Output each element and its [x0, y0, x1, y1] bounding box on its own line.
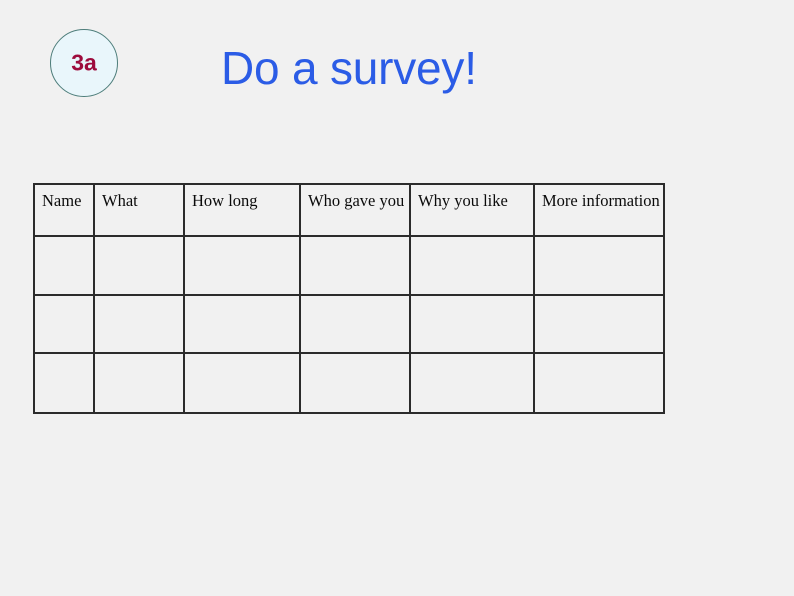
- table-cell-more-information[interactable]: [533, 235, 665, 296]
- table-header-cell-more-information: More information: [533, 183, 665, 237]
- table-cell-how-long[interactable]: [183, 352, 301, 414]
- table-row: [33, 235, 665, 296]
- table-cell-how-long[interactable]: [183, 294, 301, 354]
- table-cell-why-you-like[interactable]: [409, 352, 535, 414]
- table-cell-more-information[interactable]: [533, 294, 665, 354]
- page-title: Do a survey!: [221, 42, 477, 94]
- table-cell-who-gave-you[interactable]: [299, 294, 411, 354]
- table-cell-what[interactable]: [93, 352, 185, 414]
- table-header-cell-what: What: [93, 183, 185, 237]
- survey-table: Name What How long Who gave you Why you …: [33, 183, 665, 414]
- table-header-cell-who-gave-you: Who gave you: [299, 183, 411, 237]
- table-cell-name[interactable]: [33, 352, 95, 414]
- slide-canvas: 3a Do a survey! Name What How long Who g…: [0, 0, 794, 596]
- table-row: [33, 352, 665, 414]
- table-header-cell-why-you-like: Why you like: [409, 183, 535, 237]
- table-cell-more-information[interactable]: [533, 352, 665, 414]
- table-cell-who-gave-you[interactable]: [299, 235, 411, 296]
- table-cell-what[interactable]: [93, 235, 185, 296]
- table-cell-who-gave-you[interactable]: [299, 352, 411, 414]
- table-cell-why-you-like[interactable]: [409, 235, 535, 296]
- exercise-number-label: 3a: [71, 49, 97, 75]
- table-cell-name[interactable]: [33, 235, 95, 296]
- table-cell-why-you-like[interactable]: [409, 294, 535, 354]
- table-header-cell-how-long: How long: [183, 183, 301, 237]
- table-cell-what[interactable]: [93, 294, 185, 354]
- table-header-row: Name What How long Who gave you Why you …: [33, 183, 665, 237]
- exercise-number-badge: 3a: [50, 29, 118, 97]
- table-header-cell-name: Name: [33, 183, 95, 237]
- table-cell-name[interactable]: [33, 294, 95, 354]
- table-cell-how-long[interactable]: [183, 235, 301, 296]
- table-row: [33, 294, 665, 354]
